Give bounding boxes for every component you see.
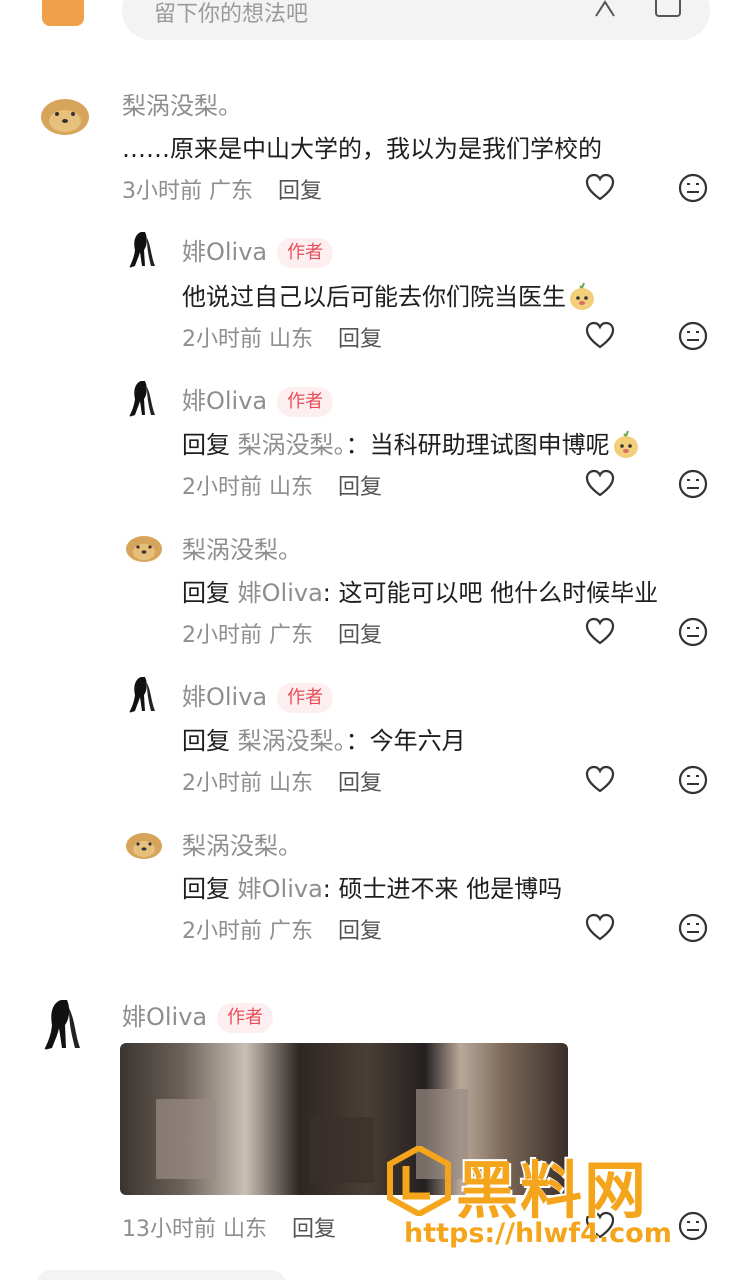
author-badge: 作者: [277, 238, 334, 268]
comment-time: 2小时前: [182, 475, 262, 500]
bottom-input-bar[interactable]: [36, 1270, 286, 1280]
comment-time: 2小时前: [182, 919, 262, 944]
avatar-oliva[interactable]: [121, 671, 167, 717]
comment-location: 山东: [269, 327, 314, 352]
like-icon[interactable]: [585, 321, 615, 349]
reply-button[interactable]: 回复: [338, 623, 382, 648]
comment-author[interactable]: 梨涡没梨。: [122, 86, 242, 121]
comment-text: 回复 婔Oliva: 这可能可以吧 他什么时候毕业: [182, 579, 659, 607]
comment-text: 回复 梨涡没梨。：当科研助理试图申博呢: [182, 425, 640, 460]
reply-button[interactable]: 回复: [338, 919, 382, 944]
comment-text: 回复 梨涡没梨。：今年六月: [182, 727, 466, 755]
comment-time: 2小时前: [182, 771, 262, 796]
like-icon[interactable]: [585, 617, 615, 645]
dislike-icon[interactable]: [678, 617, 708, 647]
comment-meta: 13小时前 山东 回复: [122, 1211, 336, 1243]
comment-author[interactable]: 梨涡没梨。: [182, 530, 302, 565]
watermark: 黑料网 https://hlwf4.com: [386, 1146, 716, 1256]
dislike-icon[interactable]: [678, 913, 708, 943]
comment-text: 他说过自己以后可能去你们院当医生: [182, 277, 596, 312]
like-icon[interactable]: [585, 765, 615, 793]
dislike-icon[interactable]: [678, 173, 708, 203]
author-badge: 作者: [277, 683, 334, 713]
comment-location: 山东: [269, 771, 314, 796]
comment-author[interactable]: 婔Oliva 作者: [182, 232, 334, 268]
image-icon[interactable]: [654, 0, 682, 18]
watermark-logo-icon: [387, 1146, 451, 1216]
reply-button[interactable]: 回复: [278, 179, 322, 204]
comment-author[interactable]: 梨涡没梨。: [182, 826, 302, 861]
comment-input[interactable]: 留下你的想法吧: [122, 0, 710, 40]
comment-location: 山东: [223, 1217, 268, 1242]
watermark-url: https://hlwf4.com: [404, 1218, 672, 1249]
current-user-avatar: [42, 0, 84, 26]
girl-silhouette-avatar-icon: [121, 671, 167, 717]
avatar-oliva[interactable]: [121, 226, 167, 272]
dog-avatar-icon: [33, 81, 97, 145]
girl-silhouette-avatar-icon: [121, 226, 167, 272]
reply-to-user[interactable]: 婔Oliva: [238, 579, 323, 607]
comment-location: 广东: [269, 919, 314, 944]
comment-meta: 2小时前 山东 回复: [182, 765, 382, 797]
comment-time: 2小时前: [182, 623, 262, 648]
girl-silhouette-avatar-icon: [121, 375, 167, 421]
comment-time: 13小时前: [122, 1217, 216, 1242]
comment-author[interactable]: 婔Oliva 作者: [182, 381, 334, 417]
avatar-lilimei[interactable]: [121, 820, 167, 866]
avatar-lilimei[interactable]: [33, 81, 97, 145]
reply-button[interactable]: 回复: [338, 771, 382, 796]
dislike-icon[interactable]: [678, 469, 708, 499]
comment-meta: 3小时前 广东 回复: [122, 173, 322, 205]
reply-button[interactable]: 回复: [292, 1217, 336, 1242]
avatar-oliva[interactable]: [121, 375, 167, 421]
reply-to-user[interactable]: 婔Oliva: [238, 875, 323, 903]
comment-location: 广东: [209, 179, 254, 204]
dog-avatar-icon: [121, 523, 167, 569]
comment-meta: 2小时前 广东 回复: [182, 913, 382, 945]
comment-location: 山东: [269, 475, 314, 500]
at-icon[interactable]: [592, 0, 618, 18]
avatar-oliva[interactable]: [33, 992, 97, 1056]
pear-emoji-icon: [570, 282, 594, 310]
reply-button[interactable]: 回复: [338, 475, 382, 500]
comment-text: 回复 婔Oliva: 硕士进不来 他是博吗: [182, 875, 563, 903]
like-icon[interactable]: [585, 913, 615, 941]
mosaic-blur: [310, 1117, 374, 1183]
comment-author[interactable]: 婔Oliva 作者: [122, 997, 274, 1033]
dog-avatar-icon: [121, 820, 167, 866]
author-badge: 作者: [277, 387, 334, 417]
comment-text: ……原来是中山大学的，我以为是我们学校的: [122, 135, 602, 163]
like-icon[interactable]: [585, 469, 615, 497]
dislike-icon[interactable]: [678, 765, 708, 795]
comment-input-placeholder: 留下你的想法吧: [154, 2, 309, 27]
avatar-lilimei[interactable]: [121, 523, 167, 569]
reply-button[interactable]: 回复: [338, 327, 382, 352]
mosaic-blur: [156, 1099, 216, 1179]
comment-meta: 2小时前 山东 回复: [182, 469, 382, 501]
comment-location: 广东: [269, 623, 314, 648]
like-icon[interactable]: [585, 173, 615, 201]
comment-time: 2小时前: [182, 327, 262, 352]
reply-to-user[interactable]: 梨涡没梨。: [238, 431, 346, 459]
reply-to-user[interactable]: 梨涡没梨。: [238, 727, 346, 755]
comment-author[interactable]: 婔Oliva 作者: [182, 677, 334, 713]
author-badge: 作者: [217, 1003, 274, 1033]
pear-emoji-icon: [613, 430, 638, 458]
watermark-title: 黑料网: [456, 1154, 649, 1227]
comment-meta: 2小时前 广东 回复: [182, 617, 382, 649]
girl-silhouette-avatar-icon: [33, 992, 97, 1056]
comment-meta: 2小时前 山东 回复: [182, 321, 382, 353]
dislike-icon[interactable]: [678, 321, 708, 351]
comment-time: 3小时前: [122, 179, 202, 204]
